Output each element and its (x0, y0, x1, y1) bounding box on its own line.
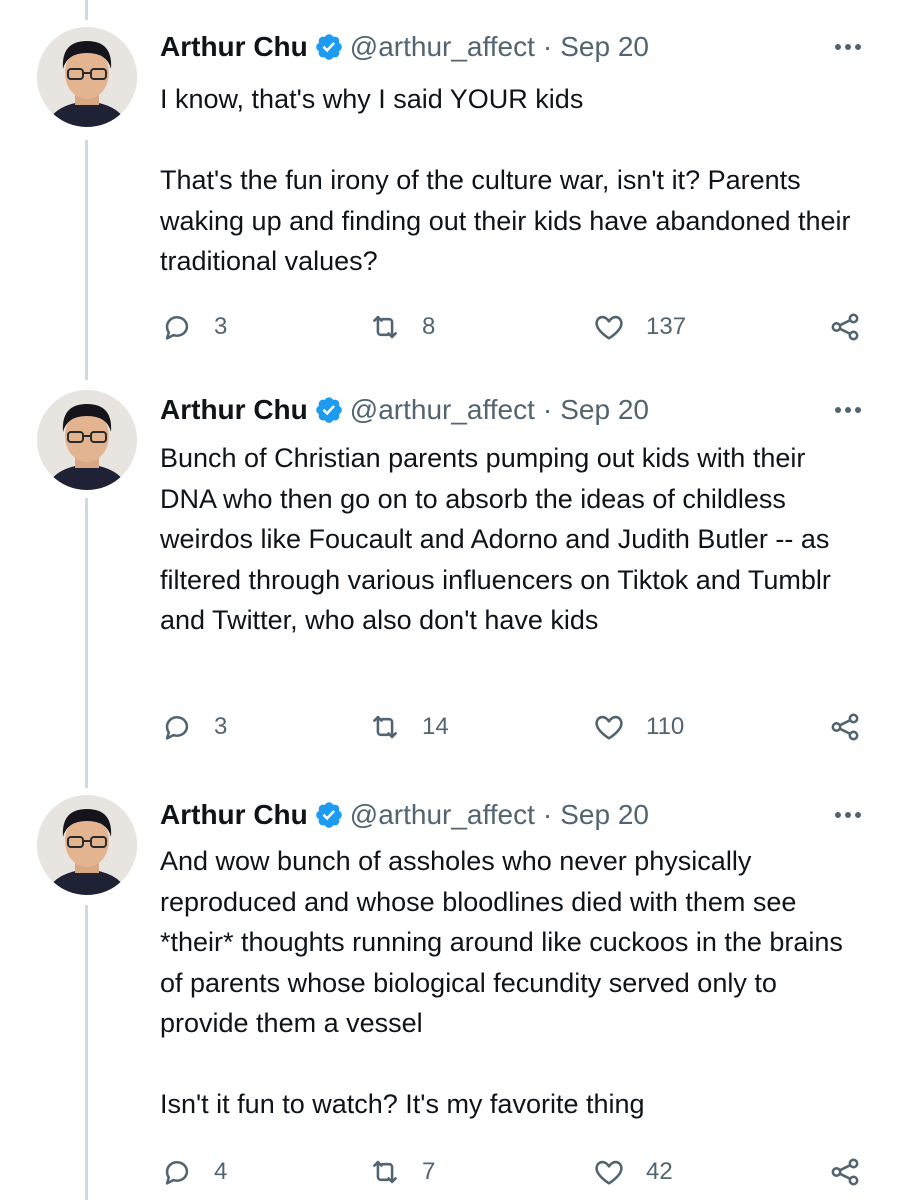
tweet-header: Arthur Chu @arthur_affect · Sep 20 (160, 390, 649, 430)
like-icon (595, 1160, 623, 1185)
tweet-paragraph: That's the fun irony of the culture war,… (160, 165, 851, 276)
reply-icon (165, 315, 189, 340)
display-name[interactable]: Arthur Chu (160, 799, 308, 831)
share-icon (831, 1158, 859, 1186)
tweet-paragraph: Bunch of Christian parents pumping out k… (160, 443, 831, 635)
retweet-icon (373, 715, 397, 739)
share-button[interactable] (828, 707, 862, 747)
share-icon (831, 713, 859, 741)
reply-count: 3 (214, 713, 228, 740)
retweet-count: 7 (422, 1158, 436, 1185)
tweet-text: And wow bunch of assholes who never phys… (160, 841, 860, 1125)
action-bar: 3 14 110 (0, 707, 900, 747)
separator: · (542, 799, 553, 830)
tweet[interactable]: Arthur Chu @arthur_affect · Sep 20 And w… (0, 795, 900, 1200)
share-button[interactable] (828, 1152, 862, 1192)
separator: · (542, 31, 553, 62)
tweet-paragraph: Isn't it fun to watch? It's my favorite … (160, 1089, 645, 1119)
display-name[interactable]: Arthur Chu (160, 394, 308, 426)
like-count: 137 (646, 313, 687, 340)
action-bar: 4 7 42 (0, 1152, 900, 1192)
like-icon (595, 715, 623, 740)
verified-badge-icon (314, 32, 344, 62)
retweet-icon (373, 1160, 397, 1184)
handle[interactable]: @arthur_affect (350, 31, 535, 63)
share-button[interactable] (828, 307, 862, 347)
reply-count: 3 (214, 313, 228, 340)
timestamp[interactable]: Sep 20 (560, 394, 649, 426)
tweet-header: Arthur Chu @arthur_affect · Sep 20 (160, 795, 649, 835)
tweet-paragraph: And wow bunch of assholes who never phys… (160, 846, 843, 1038)
tweet-text: I know, that's why I said YOUR kids That… (160, 79, 860, 282)
reply-count: 4 (214, 1158, 228, 1185)
like-button[interactable]: 110 (592, 707, 684, 747)
more-options-icon[interactable] (828, 398, 868, 422)
retweet-icon (373, 315, 397, 339)
verified-badge-icon (314, 800, 344, 830)
tweet[interactable]: Arthur Chu @arthur_affect · Sep 20 Bunch… (0, 390, 900, 750)
action-bar: 3 8 137 (0, 307, 900, 347)
retweet-button[interactable]: 8 (368, 307, 435, 347)
tweet-header: Arthur Chu @arthur_affect · Sep 20 (160, 27, 649, 67)
display-name[interactable]: Arthur Chu (160, 31, 308, 63)
like-count: 42 (646, 1158, 673, 1185)
handle[interactable]: @arthur_affect (350, 394, 535, 426)
share-icon (831, 313, 859, 341)
tweet-text: Bunch of Christian parents pumping out k… (160, 438, 860, 641)
retweet-count: 8 (422, 313, 436, 340)
thread-line (85, 0, 88, 20)
like-button[interactable]: 137 (592, 307, 686, 347)
verified-badge-icon (314, 395, 344, 425)
handle[interactable]: @arthur_affect (350, 799, 535, 831)
like-icon (595, 315, 623, 340)
avatar[interactable] (37, 795, 137, 895)
like-count: 110 (646, 713, 685, 740)
timestamp[interactable]: Sep 20 (560, 31, 649, 63)
separator: · (542, 394, 553, 425)
more-options-icon[interactable] (828, 803, 868, 827)
tweet-paragraph: I know, that's why I said YOUR kids (160, 84, 584, 114)
reply-button[interactable]: 4 (160, 1152, 227, 1192)
like-button[interactable]: 42 (592, 1152, 673, 1192)
reply-icon (165, 1160, 189, 1185)
timestamp[interactable]: Sep 20 (560, 799, 649, 831)
tweet[interactable]: Arthur Chu @arthur_affect · Sep 20 I kno… (0, 27, 900, 347)
retweet-button[interactable]: 14 (368, 707, 449, 747)
retweet-button[interactable]: 7 (368, 1152, 435, 1192)
avatar[interactable] (37, 390, 137, 490)
reply-button[interactable]: 3 (160, 307, 227, 347)
reply-button[interactable]: 3 (160, 707, 227, 747)
reply-icon (165, 715, 189, 740)
avatar[interactable] (37, 27, 137, 127)
retweet-count: 14 (422, 713, 449, 740)
more-options-icon[interactable] (828, 35, 868, 59)
